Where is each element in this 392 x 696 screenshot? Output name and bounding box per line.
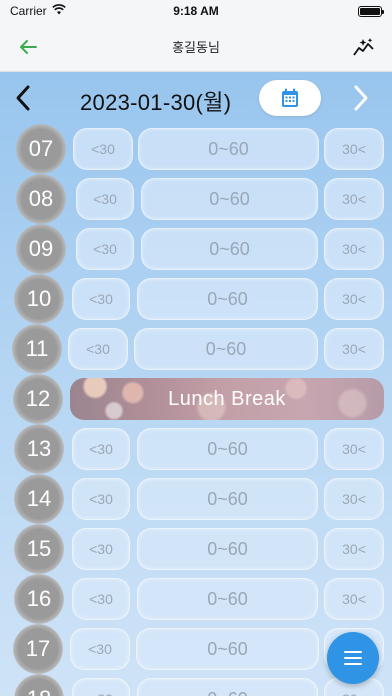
hour-label: 15 [14,524,64,574]
medium-duration-button[interactable]: 0~60 [137,678,318,696]
hour-label: 16 [14,574,64,624]
back-button[interactable] [16,35,40,59]
long-duration-button[interactable]: 30< [324,478,384,520]
hour-label: 13 [14,424,64,474]
hour-label: 12 [13,374,63,424]
next-day-button[interactable] [352,84,370,117]
time-slot-16: 16 <30 0~60 30< [0,574,392,624]
status-bar: Carrier 9:18 AM [0,0,392,22]
time-slot-14: 14 <30 0~60 30< [0,474,392,524]
short-duration-button[interactable]: <30 [68,328,128,370]
time-slot-07: 07 <30 0~60 30< [0,124,392,174]
time-slot-12: 12 Lunch Break [0,374,392,424]
medium-duration-button[interactable]: 0~60 [141,178,318,220]
lunch-break-banner: Lunch Break [70,378,384,420]
hour-label: 08 [16,174,66,224]
chevron-right-icon [354,85,368,111]
chevron-left-icon [16,85,30,111]
medium-duration-button[interactable]: 0~60 [137,278,318,320]
hour-label: 09 [16,224,66,274]
carrier-label: Carrier [10,4,47,18]
medium-duration-button[interactable]: 0~60 [134,328,318,370]
long-duration-button[interactable]: 30< [324,278,384,320]
time-slot-10: 10 <30 0~60 30< [0,274,392,324]
long-duration-button[interactable]: 30< [324,178,384,220]
current-date: 2023-01-30(월) [80,90,232,115]
menu-fab-button[interactable] [327,632,379,684]
time-slot-15: 15 <30 0~60 30< [0,524,392,574]
trend-sparkle-icon [353,37,374,56]
long-duration-button[interactable]: 30< [324,328,384,370]
long-duration-button[interactable]: 30< [324,428,384,470]
long-duration-button[interactable]: 30< [324,528,384,570]
medium-duration-button[interactable]: 0~60 [137,478,318,520]
medium-duration-button[interactable]: 0~60 [136,628,319,670]
short-duration-button[interactable]: <30 [72,678,130,696]
calendar-button[interactable] [259,80,321,116]
medium-duration-button[interactable]: 0~60 [137,428,318,470]
long-duration-button[interactable]: 30< [324,228,384,270]
page-title: 홍길동님 [172,40,220,55]
hour-label: 14 [14,474,64,524]
time-slot-11: 11 <30 0~60 30< [0,324,392,374]
battery-icon [358,5,384,17]
short-duration-button[interactable]: <30 [72,478,130,520]
short-duration-button[interactable]: <30 [72,428,130,470]
long-duration-button[interactable]: 30< [324,128,384,170]
time-slot-13: 13 <30 0~60 30< [0,424,392,474]
date-navigator: 2023-01-30(월) [0,72,392,124]
short-duration-button[interactable]: <30 [76,178,134,220]
hour-label: 18 [14,674,64,696]
short-duration-button[interactable]: <30 [72,578,130,620]
short-duration-button[interactable]: <30 [70,628,130,670]
time-slot-08: 08 <30 0~60 30< [0,174,392,224]
arrow-left-icon [20,39,37,54]
medium-duration-button[interactable]: 0~60 [141,228,318,270]
long-duration-button[interactable]: 30< [324,578,384,620]
short-duration-button[interactable]: <30 [72,528,130,570]
medium-duration-button[interactable]: 0~60 [137,528,318,570]
time-slot-18: 18 <30 0~60 30< [0,674,392,696]
nav-bar: 홍길동님 [0,22,392,72]
calendar-icon [282,88,298,107]
hour-label: 11 [12,324,62,374]
time-slot-09: 09 <30 0~60 30< [0,224,392,274]
status-left: Carrier [10,4,66,18]
previous-day-button[interactable] [14,84,32,117]
menu-icon [344,651,362,665]
short-duration-button[interactable]: <30 [72,278,130,320]
medium-duration-button[interactable]: 0~60 [137,578,318,620]
short-duration-button[interactable]: <30 [76,228,134,270]
hour-label: 07 [16,124,66,174]
medium-duration-button[interactable]: 0~60 [138,128,319,170]
hour-label: 17 [13,624,63,674]
wifi-icon [51,4,66,18]
trend-button[interactable] [352,35,376,59]
hour-label: 10 [14,274,64,324]
short-duration-button[interactable]: <30 [73,128,133,170]
schedule-area: 2023-01-30(월) 07 <30 0~60 30< 08 <30 0~6… [0,72,392,696]
